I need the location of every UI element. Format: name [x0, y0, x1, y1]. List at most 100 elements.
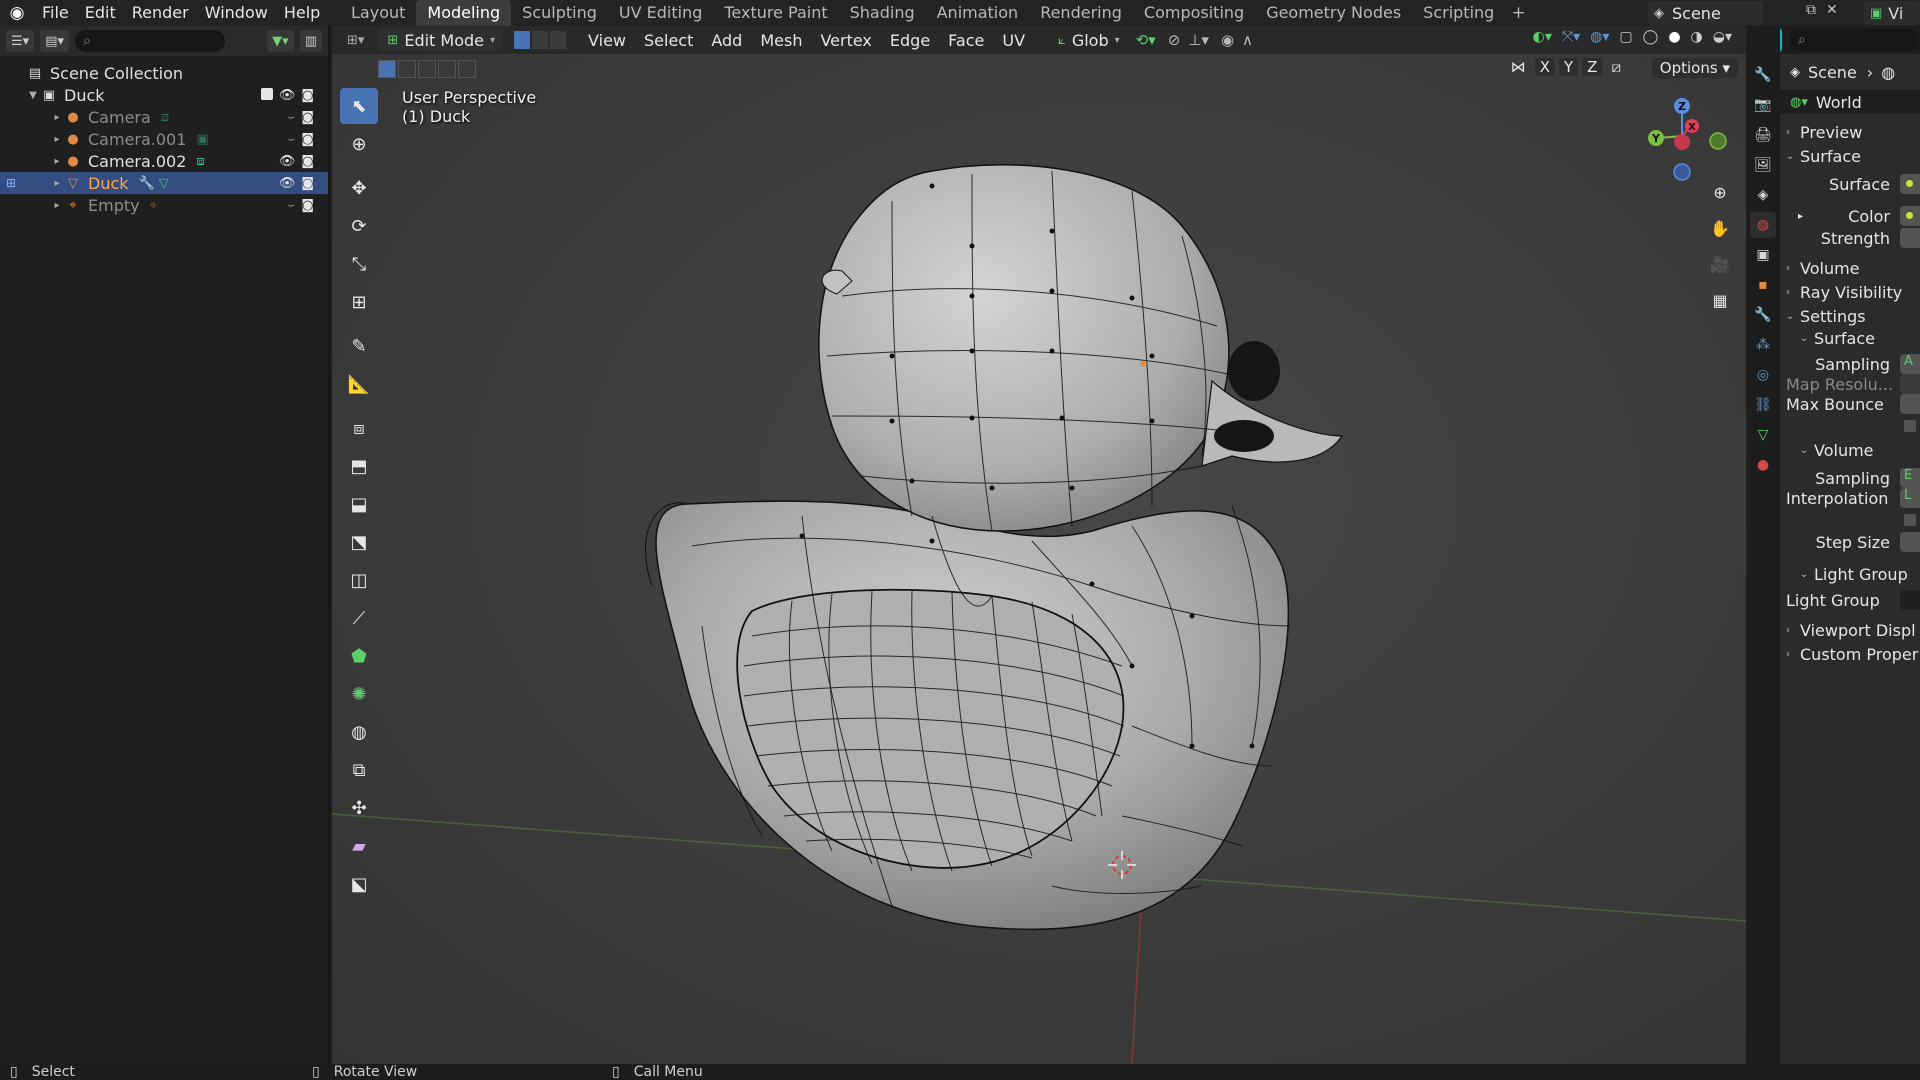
- edge-select-icon[interactable]: [531, 30, 550, 50]
- menu-add[interactable]: Add: [702, 31, 751, 50]
- collection-tab-icon[interactable]: ▣: [1750, 242, 1776, 268]
- render-camera-icon[interactable]: ◙: [301, 132, 314, 147]
- mesh-data-icon[interactable]: ▽: [159, 176, 169, 191]
- xray-icon[interactable]: ▢: [1619, 29, 1632, 45]
- modifier-tab-icon[interactable]: 🔧: [1750, 302, 1776, 328]
- surface-socket[interactable]: [1900, 174, 1920, 194]
- modifier-wrench-icon[interactable]: 🔧: [139, 176, 155, 191]
- pivot-icon[interactable]: ⟲▾: [1136, 31, 1156, 49]
- tab-geometry-nodes[interactable]: Geometry Nodes: [1255, 0, 1412, 26]
- empty-data-icon[interactable]: ⌖: [150, 198, 157, 213]
- option-checkbox[interactable]: [1904, 420, 1916, 432]
- max-bounce-value[interactable]: [1900, 394, 1920, 414]
- outliner-search-input[interactable]: ⌕: [75, 30, 225, 52]
- color-field[interactable]: ▸ Color: [1780, 204, 1920, 228]
- move-tool-icon[interactable]: ✥: [340, 170, 378, 206]
- visibility-icon[interactable]: ◐▾: [1533, 29, 1552, 45]
- step-size-value[interactable]: [1900, 532, 1920, 552]
- light-group-field[interactable]: Light Group: [1780, 588, 1920, 612]
- data-tab-icon[interactable]: ▽: [1750, 422, 1776, 448]
- camera-view-icon[interactable]: 🎥: [1706, 250, 1734, 278]
- menu-face[interactable]: Face: [939, 31, 993, 50]
- blender-logo-icon[interactable]: ◉: [0, 0, 34, 26]
- physics-tab-icon[interactable]: ◎: [1750, 362, 1776, 388]
- select-intersect-icon[interactable]: [458, 60, 476, 78]
- bevel-tool-icon[interactable]: ⬔: [340, 524, 378, 560]
- zoom-icon[interactable]: ⊕: [1706, 178, 1734, 206]
- particles-tab-icon[interactable]: ⁂: [1750, 332, 1776, 358]
- measure-tool-icon[interactable]: 📐: [340, 366, 378, 402]
- eye-closed-icon[interactable]: ⌣: [287, 110, 296, 125]
- scene-tab-icon[interactable]: ◈: [1750, 182, 1776, 208]
- snap-icon[interactable]: ⊘: [1168, 31, 1181, 49]
- interpolation-dropdown[interactable]: L: [1900, 488, 1920, 508]
- tab-layout[interactable]: Layout: [340, 0, 416, 26]
- view-layer-selector[interactable]: ▣ Vi: [1864, 1, 1920, 25]
- menu-uv[interactable]: UV: [993, 31, 1034, 50]
- rotate-tool-icon[interactable]: ⟳: [340, 208, 378, 244]
- tree-row-collection-duck[interactable]: ▼ ▣ Duck 👁 ◙: [0, 84, 328, 106]
- material-shading-icon[interactable]: ◑: [1691, 29, 1703, 45]
- expand-arrow-icon[interactable]: ▸: [50, 134, 64, 145]
- close-icon[interactable]: ✕: [1826, 2, 1838, 18]
- panel-preview[interactable]: › Preview: [1780, 120, 1920, 144]
- select-subtract-icon[interactable]: [418, 60, 436, 78]
- shear-tool-icon[interactable]: ▰: [340, 828, 378, 864]
- menu-mesh[interactable]: Mesh: [751, 31, 811, 50]
- panel-surface[interactable]: ⌄ Surface: [1780, 144, 1920, 168]
- panel-volume[interactable]: › Volume: [1780, 256, 1920, 280]
- camera-data-icon[interactable]: ⧈: [196, 154, 204, 169]
- tab-animation[interactable]: Animation: [926, 0, 1030, 26]
- falloff-icon[interactable]: ∧: [1242, 31, 1253, 49]
- tool-tab-icon[interactable]: 🔧: [1750, 62, 1776, 88]
- scale-tool-icon[interactable]: ⤡: [340, 246, 378, 282]
- duck-mesh-render[interactable]: [332, 26, 1746, 1064]
- strength-field[interactable]: Strength: [1780, 226, 1920, 250]
- mode-selector[interactable]: ⊞ Edit Mode ▾: [379, 29, 504, 51]
- output-tab-icon[interactable]: 🖨: [1750, 122, 1776, 148]
- world-selector[interactable]: ◍▾ World: [1780, 90, 1920, 114]
- duplicate-scene-icon[interactable]: ⧉: [1806, 2, 1816, 18]
- world-tab-icon[interactable]: ◍: [1750, 212, 1776, 238]
- tree-row-scene-collection[interactable]: ▤ Scene Collection: [0, 62, 328, 84]
- render-tab-icon[interactable]: 📷: [1750, 92, 1776, 118]
- menu-view[interactable]: View: [579, 31, 635, 50]
- rendered-shading-icon[interactable]: ◒▾: [1713, 29, 1732, 45]
- expand-arrow-icon[interactable]: ▸: [50, 200, 64, 211]
- menu-select[interactable]: Select: [635, 31, 702, 50]
- inset-tool-icon[interactable]: ⬓: [340, 486, 378, 522]
- rip-tool-icon[interactable]: ⬕: [340, 866, 378, 902]
- solid-shading-icon[interactable]: ●: [1668, 29, 1680, 45]
- annotate-tool-icon[interactable]: ✎: [340, 328, 378, 364]
- wireframe-shading-icon[interactable]: ◯: [1643, 29, 1659, 45]
- eye-closed-icon[interactable]: ⌣: [287, 132, 296, 147]
- subpanel-light-group[interactable]: ⌄ Light Group: [1780, 562, 1920, 586]
- vertex-select-icon[interactable]: [513, 30, 532, 50]
- shrink-fatten-tool-icon[interactable]: ✣: [340, 790, 378, 826]
- select-invert-icon[interactable]: [438, 60, 456, 78]
- tree-row-duck-mesh[interactable]: ⊞ ▸ ▽ Duck 🔧 ▽ 👁 ◙: [0, 172, 328, 194]
- max-bounce-field[interactable]: Max Bounce: [1780, 392, 1920, 416]
- editor-type-icon[interactable]: ⊞▾: [342, 29, 369, 51]
- render-camera-icon[interactable]: ◙: [301, 154, 314, 169]
- properties-search-input[interactable]: ⌕: [1790, 29, 1920, 51]
- transform-tool-icon[interactable]: ⊞: [340, 284, 378, 320]
- menu-render[interactable]: Render: [124, 0, 197, 26]
- navigation-gizmo[interactable]: Z Y X: [1642, 86, 1732, 186]
- expand-arrow-icon[interactable]: ▸: [1798, 211, 1803, 222]
- surface-field[interactable]: Surface: [1780, 172, 1920, 196]
- edit-mode-icon[interactable]: ⊞: [6, 176, 16, 190]
- render-camera-icon[interactable]: ◙: [301, 176, 314, 191]
- expand-arrow-icon[interactable]: ▼: [26, 90, 40, 101]
- eye-closed-icon[interactable]: ⌣: [287, 198, 296, 213]
- knife-tool-icon[interactable]: ⟋: [340, 600, 378, 636]
- eye-icon[interactable]: 👁: [279, 88, 296, 103]
- menu-vertex[interactable]: Vertex: [811, 31, 880, 50]
- render-camera-icon[interactable]: ◙: [301, 88, 314, 103]
- tab-shading[interactable]: Shading: [839, 0, 926, 26]
- editor-type-icon[interactable]: ☰▾: [6, 30, 35, 52]
- tab-modeling[interactable]: Modeling: [416, 0, 512, 26]
- strength-socket[interactable]: [1900, 228, 1920, 248]
- mirror-x-button[interactable]: X: [1534, 58, 1555, 76]
- tab-compositing[interactable]: Compositing: [1133, 0, 1255, 26]
